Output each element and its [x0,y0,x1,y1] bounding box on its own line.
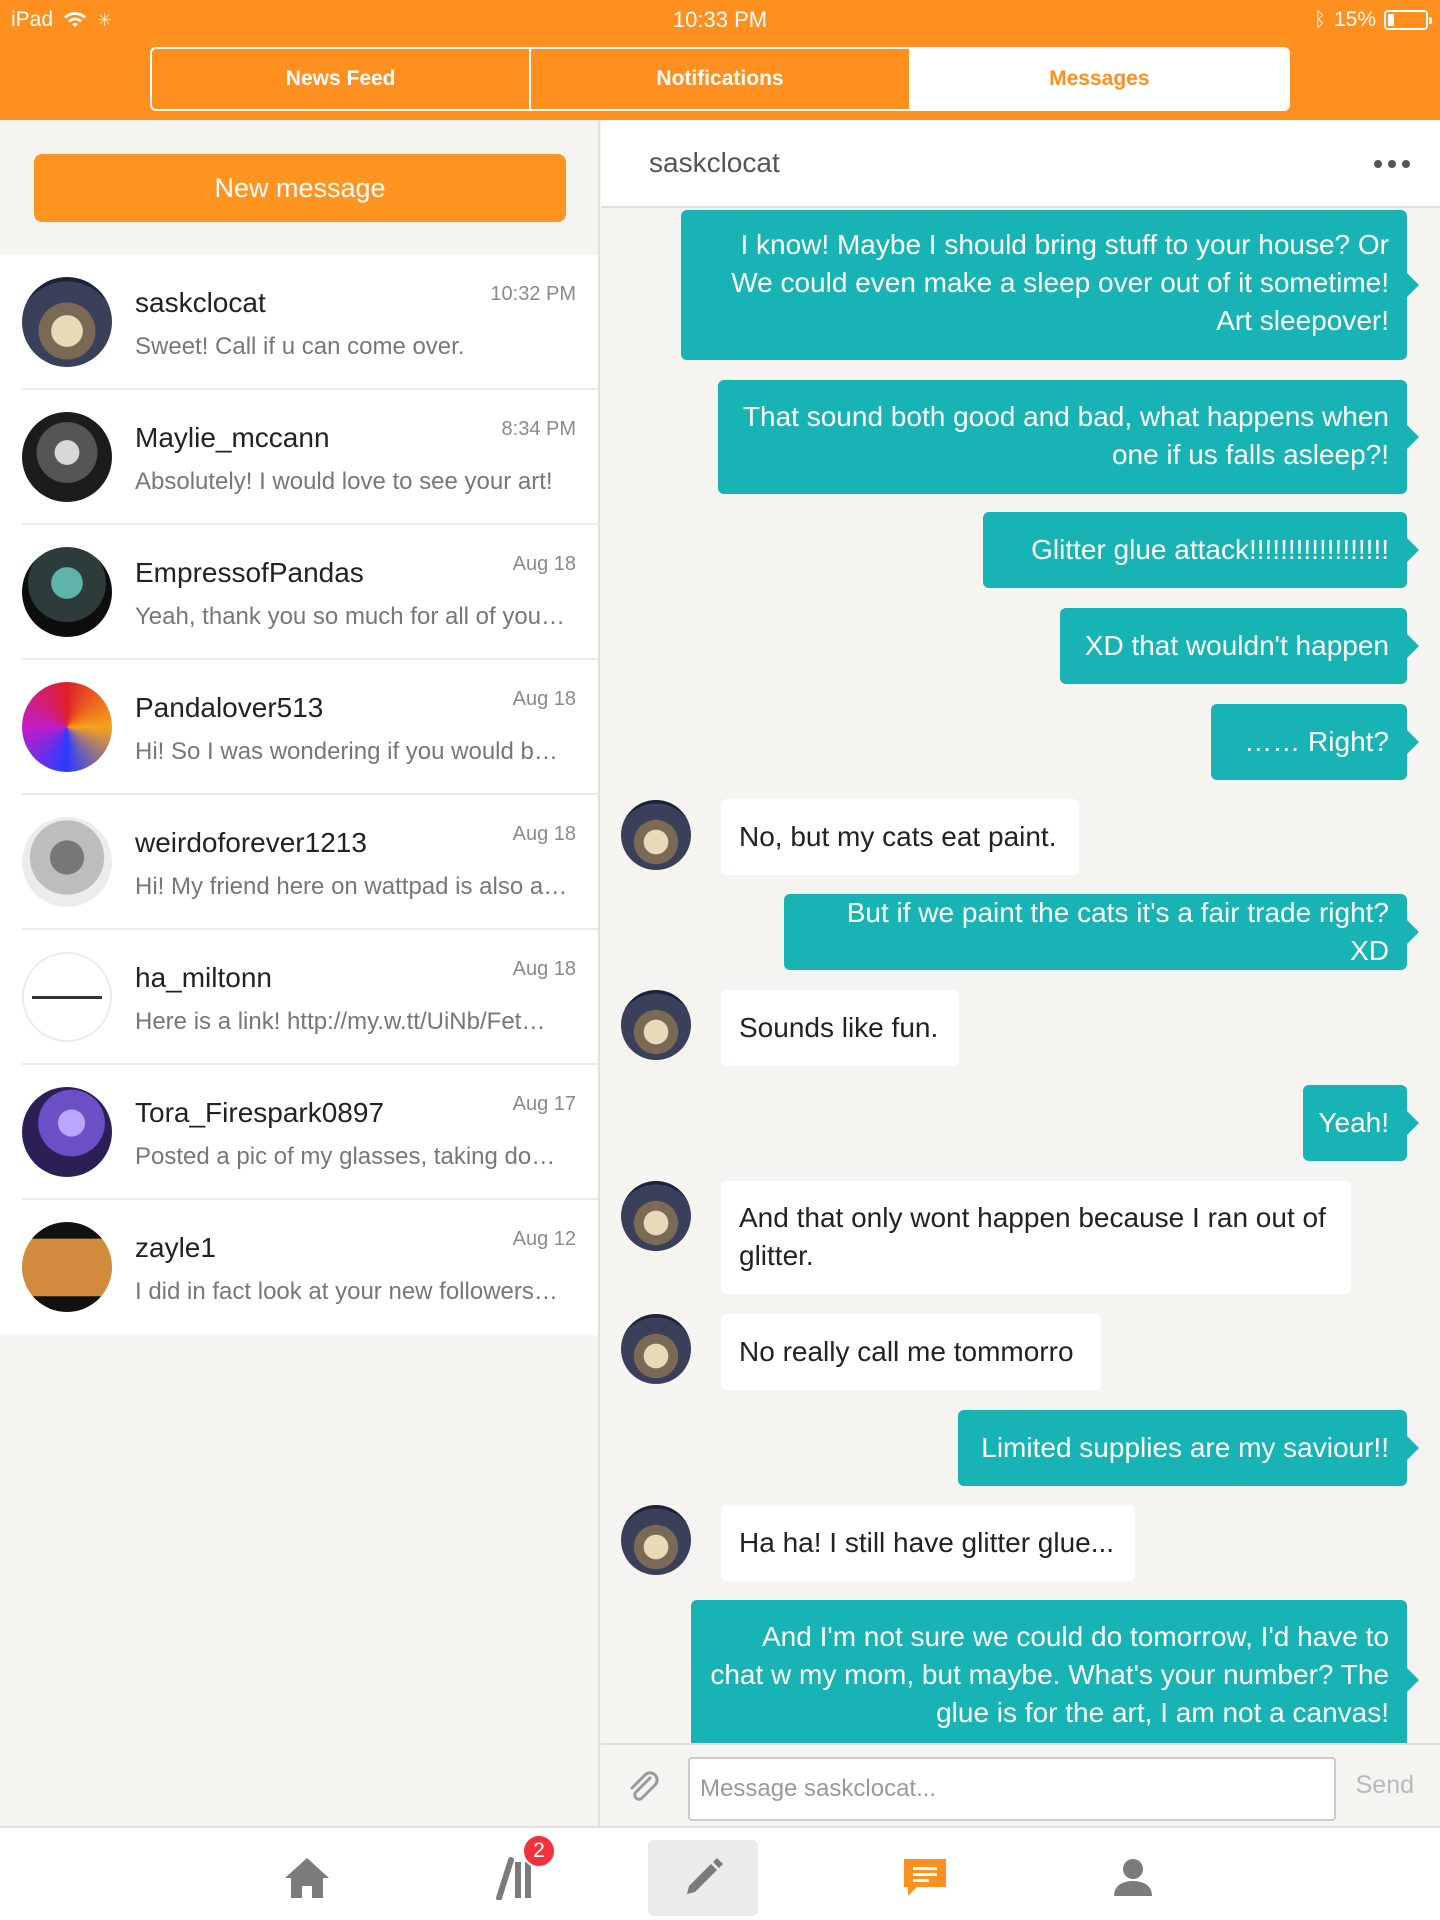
conversation-preview: Posted a pic of my glasses, taking do… [135,1143,556,1170]
conversation-item[interactable]: saskclocat 10:32 PM Sweet! Call if u can… [0,255,598,390]
notification-badge: 2 [522,1834,556,1868]
conversation-name: Pandalover513 [135,692,324,723]
messages-icon [904,1859,946,1896]
avatar [22,952,112,1042]
conversation-name: Tora_Firespark0897 [135,1097,385,1128]
incoming-message: And that only wont happen because I ran … [721,1181,1351,1294]
tab-home[interactable] [252,1840,362,1916]
conversation-name: weirdoforever1213 [135,827,367,858]
more-options-icon[interactable] [1374,160,1410,168]
tab-library[interactable]: 2 [460,1834,570,1916]
write-icon [687,1858,723,1894]
conversation-time: Aug 18 [512,688,576,710]
outgoing-message: And I'm not sure we could do tomorrow, I… [691,1600,1419,1743]
conversation-preview: Hi! So I was wondering if you would b… [135,738,558,765]
avatar [22,277,112,367]
tab-profile[interactable] [1078,1840,1188,1916]
outgoing-message: Glitter glue attack!!!!!!!!!!!!!!!!!! [983,512,1419,588]
conversation-list: saskclocat 10:32 PM Sweet! Call if u can… [0,255,598,1335]
outgoing-message: I know! Maybe I should bring stuff to yo… [681,210,1419,360]
conversation-preview: Here is a link! http://my.w.tt/UiNb/Fet… [135,1008,546,1035]
conversation-name: Maylie_mccann [135,422,330,453]
conversation-item[interactable]: EmpressofPandas Aug 18 Yeah, thank you s… [0,525,598,660]
conversation-preview: Hi! My friend here on wattpad is also a… [135,873,568,900]
send-button[interactable]: Send [1356,1771,1414,1800]
avatar [22,412,112,502]
outgoing-message: Limited supplies are my saviour!! [958,1410,1419,1486]
conversation-preview: I did in fact look at your new followers… [135,1278,558,1305]
conversation-name: ha_miltonn [135,962,272,993]
chat-pane: saskclocat I know! Maybe I should bring … [601,120,1440,1826]
new-message-button[interactable]: New message [34,154,566,222]
battery-icon [1384,10,1432,30]
tab-messages-nav[interactable] [870,1840,980,1916]
sender-avatar [621,1314,691,1384]
status-time: 10:33 PM [672,7,768,32]
avatar [22,682,112,772]
outgoing-message: …… Right? [1211,704,1419,780]
top-bar: iPad ✳ 10:33 PM ᛒ 15% News Feed Notifica… [0,0,1440,120]
conversation-item[interactable]: zayle1 Aug 12 I did in fact look at your… [0,1200,598,1335]
bluetooth-icon: ᛒ [1313,8,1326,31]
bottom-tab-bar: 2 [0,1826,1440,1920]
sender-avatar [621,1181,691,1251]
avatar [22,547,112,637]
avatar [22,1087,112,1177]
conversation-name: zayle1 [135,1232,216,1263]
conversation-time: Aug 17 [512,1093,576,1115]
sender-avatar [621,800,691,870]
conversation-time: Aug 18 [512,553,576,575]
status-bar: iPad ✳ 10:33 PM ᛒ 15% [0,0,1440,40]
profile-icon [1114,1859,1152,1896]
conversation-item[interactable]: ha_miltonn Aug 18 Here is a link! http:/… [0,930,598,1065]
message-composer: Send [601,1743,1440,1826]
attachment-icon[interactable] [623,1767,663,1807]
tab-messages[interactable]: Messages [910,49,1288,109]
outgoing-message: Yeah! [1303,1085,1419,1161]
outgoing-message: But if we paint the cats it's a fair tra… [784,894,1419,970]
conversation-item[interactable]: Pandalover513 Aug 18 Hi! So I was wonder… [0,660,598,795]
incoming-message: No, but my cats eat paint. [721,799,1079,875]
outgoing-message: XD that wouldn't happen [1060,608,1419,684]
conversation-item[interactable]: weirdoforever1213 Aug 18 Hi! My friend h… [0,795,598,930]
avatar [22,817,112,907]
message-thread: I know! Maybe I should bring stuff to yo… [601,208,1440,1743]
incoming-message: Sounds like fun. [721,990,959,1066]
sender-avatar [621,990,691,1060]
conversation-name: saskclocat [135,287,266,318]
avatar [22,1222,112,1312]
battery-percent: 15% [1333,8,1376,31]
tab-news-feed[interactable]: News Feed [152,49,532,109]
sender-avatar [621,1505,691,1575]
conversation-preview: Absolutely! I would love to see your art… [135,468,553,495]
conversation-item[interactable]: Maylie_mccann 8:34 PM Absolutely! I woul… [0,390,598,525]
conversation-preview: Yeah, thank you so much for all of you… [135,603,566,630]
chat-header: saskclocat [601,120,1440,208]
incoming-message: Ha ha! I still have glitter glue... [721,1505,1135,1581]
conversation-item[interactable]: Tora_Firespark0897 Aug 17 Posted a pic o… [0,1065,598,1200]
top-tabs: News Feed Notifications Messages [150,47,1290,111]
conversation-time: Aug 18 [512,823,576,845]
conversation-time: Aug 12 [512,1228,576,1250]
home-icon [285,1858,329,1898]
tab-notifications[interactable]: Notifications [531,49,911,109]
conversation-name: EmpressofPandas [135,557,364,588]
incoming-message: No really call me tommorro [721,1314,1101,1390]
conversation-time: 10:32 PM [490,283,576,305]
conversation-preview: Sweet! Call if u can come over. [135,333,465,360]
message-input[interactable] [688,1757,1336,1821]
conversation-sidebar: New message saskclocat 10:32 PM Sweet! C… [0,120,600,1826]
conversation-time: 8:34 PM [501,418,576,440]
tab-write[interactable] [648,1840,758,1916]
outgoing-message: That sound both good and bad, what happe… [718,380,1419,494]
chat-title: saskclocat [649,147,780,178]
conversation-time: Aug 18 [512,958,576,980]
